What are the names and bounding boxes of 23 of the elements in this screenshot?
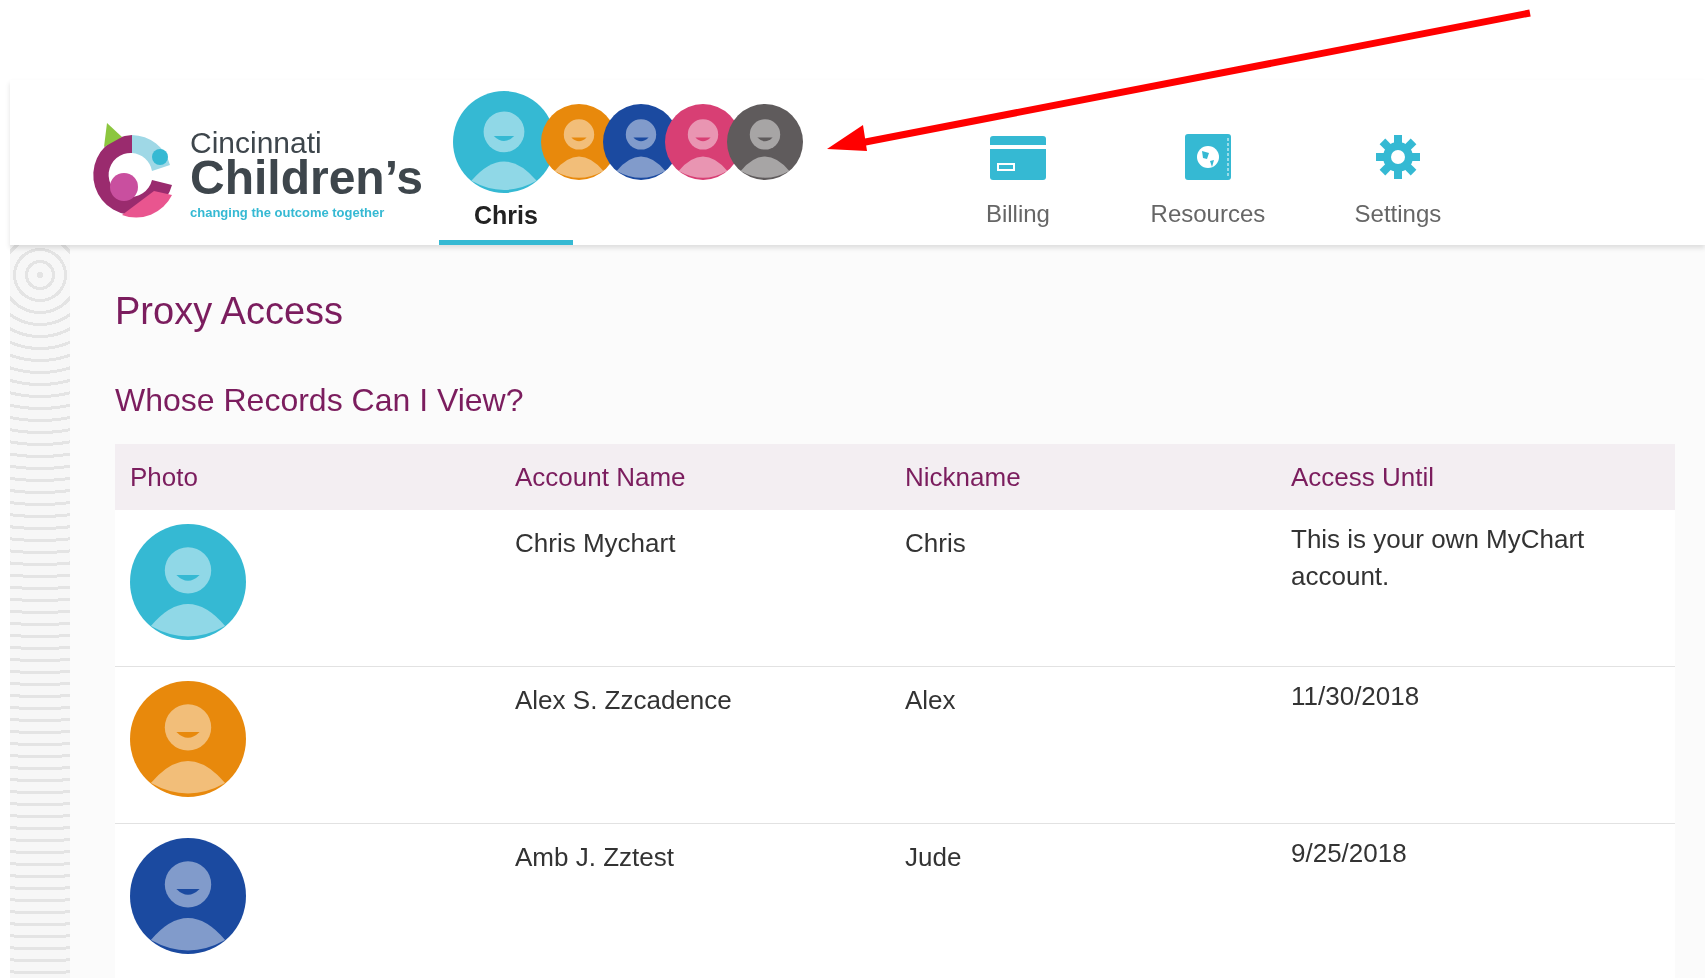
nav-tab[interactable]: Billing bbox=[922, 136, 1113, 245]
table-cell-text: 9/25/2018 bbox=[1291, 837, 1408, 870]
column-header: Nickname bbox=[905, 460, 1022, 494]
globe-book-icon bbox=[1182, 134, 1233, 180]
profile-tab[interactable]: Chris bbox=[438, 192, 573, 245]
column-header: Account Name bbox=[515, 460, 687, 494]
nav-tab[interactable]: Resources bbox=[1112, 134, 1303, 245]
table-cell-text: Chris Mychart bbox=[515, 527, 677, 560]
table-cell-text: Alex S. Zzcadence bbox=[515, 684, 733, 717]
table-cell-text: This is your own MyChart account. bbox=[1291, 523, 1586, 593]
table-cell-text: Chris bbox=[905, 527, 967, 560]
card-icon bbox=[989, 136, 1046, 180]
page-title: Proxy Access bbox=[115, 289, 345, 334]
section-heading: Whose Records Can I View? bbox=[115, 381, 525, 420]
column-header: Access Until bbox=[1291, 460, 1436, 494]
table-cell-text: Jude bbox=[905, 841, 963, 874]
nav-tab[interactable]: Settings bbox=[1302, 134, 1493, 245]
table-cell-text: Alex bbox=[905, 684, 957, 717]
column-header: Photo bbox=[130, 460, 199, 494]
logo-tagline: changing the outcome together bbox=[190, 205, 386, 219]
table-cell-text: 11/30/2018 bbox=[1291, 680, 1421, 713]
table-cell-text: Amb J. Zztest bbox=[515, 841, 675, 874]
settings-icon bbox=[1374, 134, 1421, 180]
